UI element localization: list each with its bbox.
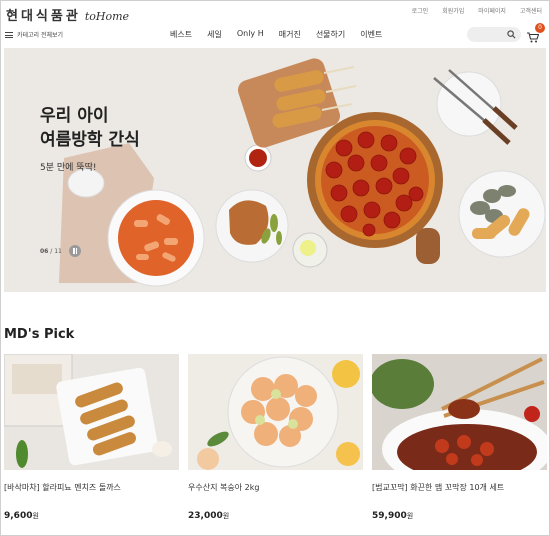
product-photo <box>4 354 179 470</box>
product-photo <box>372 354 547 470</box>
logo-text-ko: 현대식품관 <box>6 9 81 24</box>
site-logo[interactable]: 현대식품관 toHome <box>6 5 129 24</box>
menu-bar: 베스트 세일 Only H 매거진 선물하기 이벤트 <box>170 29 382 40</box>
search-input[interactable] <box>467 27 521 42</box>
menu-sale[interactable]: 세일 <box>207 29 222 40</box>
banner-title-line2: 여름방학 간식 <box>40 130 140 150</box>
banner-subtitle: 5분 만에 뚝딱! <box>40 163 97 173</box>
product-name[interactable]: [바삭마차] 할라피뇨 멘치즈 돌까스 <box>4 482 179 493</box>
price-value: 9,600 <box>4 511 33 521</box>
product-price: 23,000원 <box>188 511 363 521</box>
product-price: 9,600원 <box>4 511 179 521</box>
category-all-button[interactable]: 카테고리 전체보기 <box>5 30 63 39</box>
mypage-link[interactable]: 마이페이지 <box>478 6 506 15</box>
pager-current: 06 <box>40 248 49 255</box>
menu-magazine[interactable]: 매거진 <box>279 29 301 40</box>
product-image[interactable] <box>4 354 179 470</box>
product-image[interactable] <box>188 354 363 470</box>
product-card[interactable]: [바삭마차] 할라피뇨 멘치즈 돌까스 9,600원 <box>4 354 179 521</box>
price-unit: 원 <box>406 512 414 520</box>
price-unit: 원 <box>32 512 39 520</box>
search-icon[interactable] <box>507 30 516 39</box>
logo-text-en: toHome <box>84 10 130 23</box>
login-link[interactable]: 로그인 <box>412 6 429 15</box>
customer-center-link[interactable]: 고객센터 <box>520 6 542 15</box>
price-unit: 원 <box>222 512 230 520</box>
pause-icon[interactable] <box>69 245 81 257</box>
menu-best[interactable]: 베스트 <box>170 29 192 40</box>
hero-banner[interactable]: 우리 아이 여름방학 간식 5분 만에 뚝딱! 06 / 11 <box>4 48 546 292</box>
price-value: 23,000 <box>188 511 223 521</box>
product-name[interactable]: 우수산지 복숭아 2kg <box>188 482 363 493</box>
banner-title-line1: 우리 아이 <box>40 106 109 126</box>
menu-event[interactable]: 이벤트 <box>360 29 382 40</box>
product-name[interactable]: [범교꼬막] 화끈한 맵 꼬막장 10개 세트 <box>372 482 547 493</box>
menu-gift[interactable]: 선물하기 <box>316 29 345 40</box>
signup-link[interactable]: 회원가입 <box>442 6 464 15</box>
menu-only-h[interactable]: Only H <box>237 29 264 40</box>
product-card[interactable]: [범교꼬막] 화끈한 맵 꼬막장 10개 세트 59,900원 <box>372 354 547 521</box>
product-image[interactable] <box>372 354 547 470</box>
cart-icon <box>527 32 540 43</box>
product-card[interactable]: 우수산지 복숭아 2kg 23,000원 <box>188 354 363 521</box>
product-photo <box>188 354 363 470</box>
section-title: MD's Pick <box>4 327 75 342</box>
cart-count-badge: 0 <box>535 23 545 33</box>
banner-pager: 06 / 11 <box>40 248 62 255</box>
pager-total: / 11 <box>50 248 62 255</box>
utility-links: 로그인 회원가입 마이페이지 고객센터 <box>412 6 542 15</box>
hamburger-icon <box>5 31 13 38</box>
product-price: 59,900원 <box>372 511 547 521</box>
banner-title: 우리 아이 여름방학 간식 <box>40 104 140 152</box>
cart-button[interactable]: 0 <box>527 23 545 47</box>
category-label: 카테고리 전체보기 <box>17 32 64 39</box>
price-value: 59,900 <box>372 511 407 521</box>
